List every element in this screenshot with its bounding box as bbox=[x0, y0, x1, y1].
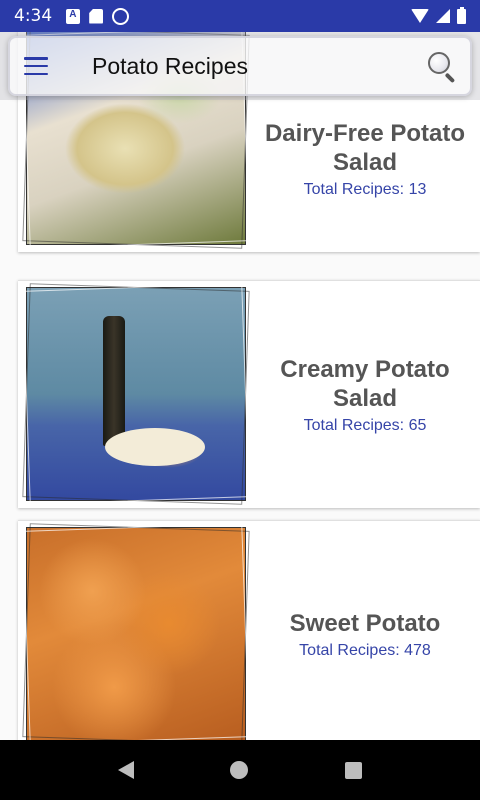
recipe-list[interactable]: Dairy-Free Potato Salad Total Recipes: 1… bbox=[0, 32, 480, 740]
recipe-title: Dairy-Free Potato Salad bbox=[264, 119, 466, 176]
navigation-bar bbox=[0, 740, 480, 800]
sweet-potato-photo bbox=[26, 527, 246, 740]
recipe-card-text: Creamy Potato Salad Total Recipes: 65 bbox=[250, 281, 480, 508]
status-notification-icons bbox=[66, 7, 130, 25]
status-time: 4:34 bbox=[14, 6, 53, 26]
recipe-count: Total Recipes: 478 bbox=[299, 642, 431, 659]
menu-icon[interactable] bbox=[24, 57, 48, 75]
back-icon[interactable] bbox=[118, 761, 135, 779]
a-icon bbox=[66, 8, 81, 24]
picnic-photo bbox=[26, 287, 246, 501]
recipe-card-sweet-potato[interactable]: Sweet Potato Total Recipes: 478 bbox=[18, 520, 480, 740]
bottle-shape bbox=[103, 316, 125, 446]
recipe-title: Sweet Potato bbox=[289, 610, 441, 637]
sd-card-icon bbox=[89, 8, 104, 24]
plate-shape bbox=[105, 428, 205, 466]
search-icon[interactable] bbox=[426, 50, 458, 84]
recipe-card-text: Sweet Potato Total Recipes: 478 bbox=[250, 521, 480, 740]
app-bar: Potato Recipes bbox=[8, 36, 472, 96]
circle-icon bbox=[112, 7, 130, 25]
status-bar: 4:34 bbox=[0, 0, 480, 32]
wifi-icon bbox=[411, 9, 429, 23]
app-title: Potato Recipes bbox=[92, 52, 248, 79]
recipe-image-frame bbox=[22, 523, 250, 740]
recipe-count: Total Recipes: 65 bbox=[303, 416, 427, 434]
recipe-title: Creamy Potato Salad bbox=[280, 355, 450, 412]
home-icon[interactable] bbox=[230, 761, 249, 779]
recipe-image-frame bbox=[22, 283, 250, 505]
battery-icon bbox=[457, 6, 466, 24]
signal-icon bbox=[436, 9, 450, 23]
status-system-icons bbox=[411, 6, 466, 24]
recipe-card-creamy-potato-salad[interactable]: Creamy Potato Salad Total Recipes: 65 bbox=[18, 280, 480, 508]
recents-icon[interactable] bbox=[344, 761, 362, 779]
recipe-count: Total Recipes: 13 bbox=[303, 180, 427, 198]
